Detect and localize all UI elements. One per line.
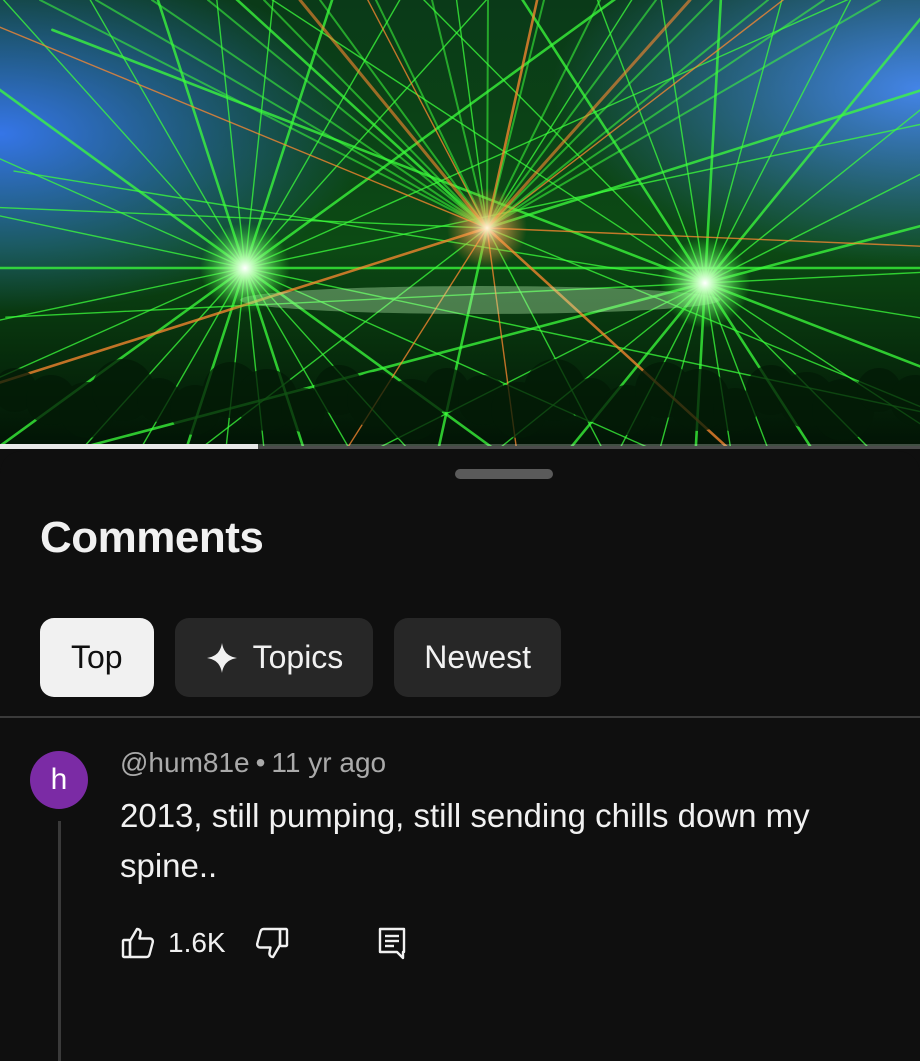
chip-newest[interactable]: Newest — [394, 618, 561, 697]
chip-top-label: Top — [71, 639, 123, 675]
comment-time: 11 yr ago — [271, 747, 387, 778]
comment-meta: @hum81e • 11 yr ago — [120, 747, 386, 779]
comment-text: 2013, still pumping, still sending chill… — [120, 797, 810, 884]
reply-icon[interactable] — [374, 925, 410, 961]
divider — [0, 716, 920, 718]
comments-panel: Comments Top Topics Newest h @hum81e • 11 … — [0, 451, 920, 1061]
comment-actions: 1.6K — [120, 921, 410, 965]
like-count: 1.6K — [168, 927, 226, 958]
thread-line — [58, 821, 61, 1061]
thumbs-up-icon[interactable] — [120, 925, 156, 961]
avatar[interactable]: h — [30, 751, 88, 809]
chip-top[interactable]: Top — [40, 618, 154, 697]
sparkle-icon — [205, 641, 239, 675]
thumbs-down-icon[interactable] — [254, 925, 290, 961]
video-frame-lasers — [0, 0, 920, 446]
sort-chips: Top Topics Newest — [40, 618, 561, 697]
drag-handle[interactable] — [455, 469, 553, 479]
chip-topics-label: Topics — [252, 639, 344, 675]
video-progress-fill — [0, 444, 258, 449]
chip-newest-label: Newest — [424, 639, 531, 675]
comments-title: Comments — [40, 513, 264, 562]
video-player[interactable] — [0, 0, 920, 446]
meta-separator: • — [255, 747, 266, 778]
video-progress-bar[interactable] — [0, 444, 920, 449]
chip-topics[interactable]: Topics — [174, 618, 374, 697]
comment-author[interactable]: @hum81e — [120, 747, 250, 778]
avatar-letter: h — [50, 763, 68, 796]
